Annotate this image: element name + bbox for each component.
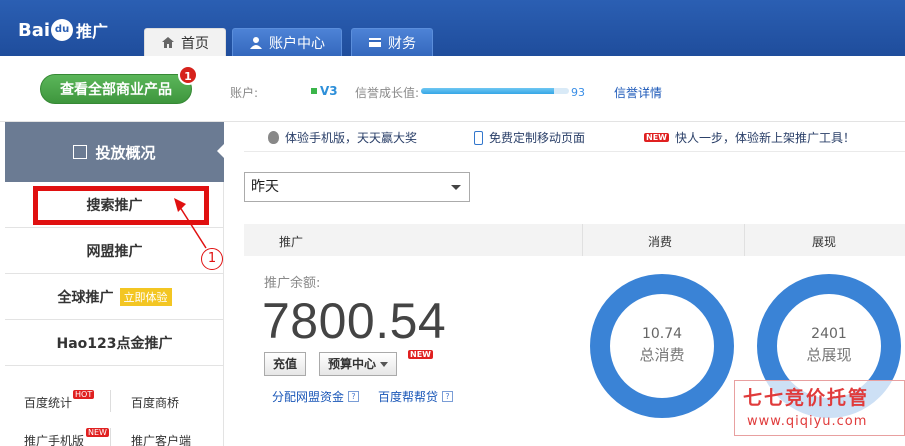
- logo-text-tuiguang: 推广: [76, 22, 109, 41]
- tab-home-label: 首页: [181, 35, 209, 52]
- balance-value: 7800.54: [262, 293, 447, 349]
- level-status-dot-icon: [311, 88, 317, 94]
- panel-header: 推广 消费 展现: [244, 224, 905, 256]
- budget-center-button[interactable]: 预算中心: [319, 352, 398, 376]
- date-range-value: 昨天: [251, 179, 279, 195]
- try-now-badge[interactable]: 立即体验: [119, 287, 172, 306]
- date-range-select[interactable]: 昨天: [244, 172, 470, 202]
- new-badge: NEW: [408, 350, 433, 359]
- help-icon[interactable]: ?: [348, 391, 360, 402]
- notice-mobile-app[interactable]: 体验手机版，天天赢大奖: [268, 129, 417, 146]
- link-client[interactable]: 推广客户端: [131, 432, 191, 446]
- link-baidu-shangqiao[interactable]: 百度商桥: [131, 394, 179, 411]
- impressions-total-label: 总展现: [806, 346, 852, 364]
- sidebar-item-label: Hao123点金推广: [56, 335, 173, 352]
- annotation-arrow-icon: [174, 198, 207, 249]
- link-divider: [110, 428, 111, 446]
- help-icon[interactable]: ?: [442, 391, 454, 402]
- notice-text: 体验手机版，天天赢大奖: [285, 131, 418, 145]
- tab-finance[interactable]: 财务: [351, 28, 433, 56]
- sidebar-item-label: 全球推广: [57, 289, 114, 306]
- card-icon: [369, 38, 381, 47]
- recharge-button[interactable]: 充值: [264, 352, 307, 376]
- notice-text: 免费定制移动页面: [489, 131, 586, 145]
- left-sidebar: 投放概况 搜索推广 网盟推广 全球推广 立即体验 Hao123点金推广 百度统计…: [5, 122, 224, 446]
- balance-label: 推广余额:: [264, 276, 321, 291]
- user-icon: [250, 37, 262, 49]
- watermark-url: www.qiqiyu.com: [747, 414, 868, 429]
- link-label: 百度帮帮贷: [378, 390, 439, 404]
- credit-progress-fill: [421, 88, 555, 94]
- notice-bar: 体验手机版，天天赢大奖 免费定制移动页面 NEW 快人一步，体验新上架推广工具！: [244, 122, 905, 152]
- top-nav-bar: Bai du 推广 首页 账户中心 财务: [0, 0, 905, 56]
- new-badge: NEW: [86, 428, 109, 437]
- account-level-text: V3: [320, 84, 338, 98]
- sidebar-item-global-promotion[interactable]: 全球推广 立即体验: [5, 274, 224, 320]
- credit-growth-label: 信誉成长值:: [355, 86, 420, 100]
- products-count-badge: 1: [178, 65, 198, 85]
- col-promotion: 推广: [279, 235, 304, 249]
- baidu-tuiguang-logo[interactable]: Bai du 推广: [18, 18, 108, 42]
- spend-total-value: 10.74: [641, 326, 683, 342]
- chevron-down-icon: [451, 185, 461, 190]
- link-baidu-tongji[interactable]: 百度统计: [24, 394, 72, 411]
- sidebar-header-overview[interactable]: 投放概况: [5, 122, 224, 182]
- link-label: 分配网盟资金: [272, 390, 345, 404]
- view-all-products-button[interactable]: 查看全部商业产品: [40, 74, 192, 104]
- overview-icon: [73, 145, 88, 159]
- budget-center-label: 预算中心: [328, 357, 377, 371]
- watermark: 七七竞价托管 www.qiqiyu.com: [734, 380, 905, 436]
- chevron-down-icon: [380, 362, 389, 367]
- notice-custom-mobile-page[interactable]: 免费定制移动页面: [474, 129, 585, 146]
- credit-progress-bar: [421, 88, 569, 94]
- spend-total-label: 总消费: [639, 346, 685, 364]
- baidu-loan-link[interactable]: 百度帮帮贷 ?: [378, 388, 454, 405]
- allocate-network-funds-link[interactable]: 分配网盟资金 ?: [272, 388, 360, 405]
- impressions-total-value: 2401: [811, 326, 847, 342]
- col-spend: 消费: [648, 235, 673, 249]
- phone-icon: [474, 130, 483, 145]
- credit-details-link[interactable]: 信誉详情: [614, 84, 662, 101]
- annotation-step-marker: 1: [201, 248, 223, 270]
- notice-text: 快人一步，体验新上架推广工具！: [674, 131, 855, 145]
- sidebar-header-label: 投放概况: [95, 143, 156, 162]
- sidebar-active-pointer: [217, 143, 225, 159]
- col-divider: [744, 224, 745, 256]
- credit-value: 93: [571, 86, 585, 99]
- new-badge: NEW: [644, 133, 669, 142]
- notice-new-tools[interactable]: NEW 快人一步，体验新上架推广工具！: [644, 129, 855, 146]
- account-level[interactable]: V3: [311, 84, 338, 98]
- sidebar-item-hao123[interactable]: Hao123点金推广: [5, 320, 224, 366]
- account-label: 账户:: [230, 86, 259, 100]
- tab-account-center-label: 账户中心: [269, 35, 325, 52]
- spend-ring: 10.74 总消费: [586, 270, 738, 422]
- sub-header: 查看全部商业产品 1 账户: V3 信誉成长值: 93 信誉详情: [0, 56, 905, 122]
- col-divider: [582, 224, 583, 256]
- sidebar-item-label: 网盟推广: [86, 243, 143, 260]
- link-mobile-version[interactable]: 推广手机版: [24, 432, 84, 446]
- watermark-title: 七七竞价托管: [743, 387, 870, 409]
- logo-text-bai: Bai: [18, 19, 51, 41]
- apple-icon: [268, 131, 279, 144]
- link-divider: [110, 390, 111, 412]
- tab-finance-label: 财务: [388, 35, 416, 52]
- tab-account-center[interactable]: 账户中心: [232, 28, 342, 56]
- col-impressions: 展现: [812, 235, 837, 249]
- logo-paw-icon: du: [51, 19, 74, 41]
- hot-badge: HOT: [73, 390, 95, 399]
- app-root: Bai du 推广 首页 账户中心 财务 查看全部商业产品 1 账户: V3 信…: [0, 0, 905, 446]
- tab-home[interactable]: 首页: [144, 28, 226, 56]
- home-icon: [162, 37, 174, 48]
